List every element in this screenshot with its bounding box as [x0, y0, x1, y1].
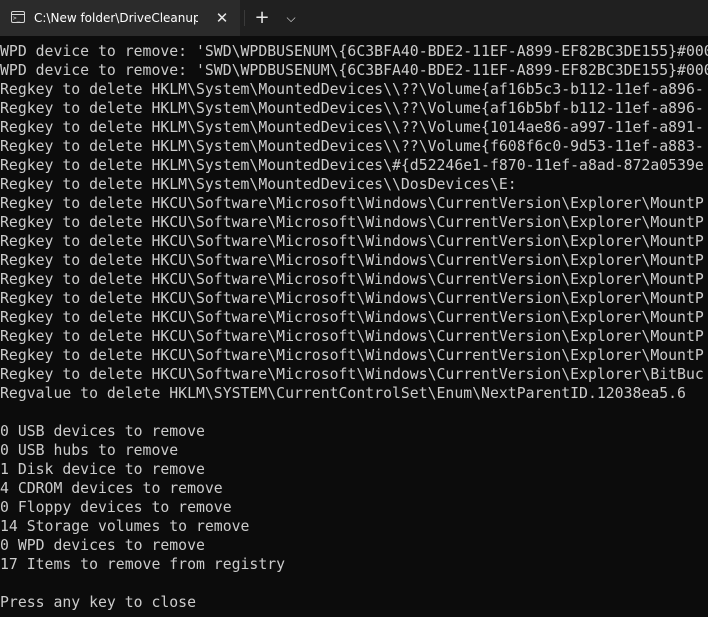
terminal-line: Regkey to delete HKLM\System\MountedDevi…	[0, 119, 704, 136]
tab-title: C:\New folder\DriveCleanup\	[34, 11, 198, 25]
terminal-line: Regkey to delete HKCU\Software\Microsoft…	[0, 195, 704, 212]
terminal-line: WPD device to remove: 'SWD\WPDBUSENUM\{6…	[0, 43, 708, 60]
tab-bar: >_ C:\New folder\DriveCleanup\ ✕ + ⌵	[0, 0, 708, 36]
terminal-line: Regkey to delete HKLM\System\MountedDevi…	[0, 157, 704, 174]
terminal-line: Regkey to delete HKCU\Software\Microsoft…	[0, 271, 704, 288]
terminal-line: Regkey to delete HKLM\System\MountedDevi…	[0, 81, 704, 98]
terminal-prompt-icon: >_	[13, 15, 21, 22]
terminal-line: Regvalue to delete HKLM\SYSTEM\CurrentCo…	[0, 385, 686, 402]
terminal-line: Regkey to delete HKLM\System\MountedDevi…	[0, 176, 517, 193]
terminal-output[interactable]: WPD device to remove: 'SWD\WPDBUSENUM\{6…	[0, 42, 708, 617]
close-icon[interactable]: ✕	[212, 8, 232, 28]
tab-drivecleanup[interactable]: >_ C:\New folder\DriveCleanup\ ✕	[0, 0, 240, 36]
terminal-line: Regkey to delete HKCU\Software\Microsoft…	[0, 328, 704, 345]
terminal-line: Regkey to delete HKCU\Software\Microsoft…	[0, 309, 704, 326]
terminal-line: 0 Floppy devices to remove	[0, 499, 232, 516]
new-tab-button[interactable]: +	[250, 6, 274, 30]
terminal-line: Regkey to delete HKCU\Software\Microsoft…	[0, 347, 704, 364]
terminal-line: 0 USB hubs to remove	[0, 442, 179, 459]
terminal-line: 4 CDROM devices to remove	[0, 480, 223, 497]
terminal-line: Regkey to delete HKLM\System\MountedDevi…	[0, 138, 704, 155]
terminal-line: Regkey to delete HKCU\Software\Microsoft…	[0, 233, 704, 250]
tab-separator	[244, 10, 245, 26]
terminal-line: Regkey to delete HKCU\Software\Microsoft…	[0, 214, 704, 231]
chevron-down-icon[interactable]: ⌵	[280, 6, 302, 30]
terminal-line: 14 Storage volumes to remove	[0, 518, 250, 535]
terminal-line: Press any key to close	[0, 594, 196, 611]
terminal-line: Regkey to delete HKCU\Software\Microsoft…	[0, 290, 704, 307]
terminal-line: Regkey to delete HKCU\Software\Microsoft…	[0, 366, 704, 383]
terminal-line: Regkey to delete HKLM\System\MountedDevi…	[0, 100, 704, 117]
terminal-line: Regkey to delete HKCU\Software\Microsoft…	[0, 252, 704, 269]
terminal-line: 0 USB devices to remove	[0, 423, 205, 440]
terminal-window: >_ C:\New folder\DriveCleanup\ ✕ + ⌵ WPD…	[0, 0, 708, 617]
terminal-line: 17 Items to remove from registry	[0, 556, 286, 573]
terminal-line: 0 WPD devices to remove	[0, 537, 205, 554]
terminal-icon: >_	[11, 11, 25, 23]
terminal-line: 1 Disk device to remove	[0, 461, 205, 478]
terminal-line: WPD device to remove: 'SWD\WPDBUSENUM\{6…	[0, 62, 708, 79]
